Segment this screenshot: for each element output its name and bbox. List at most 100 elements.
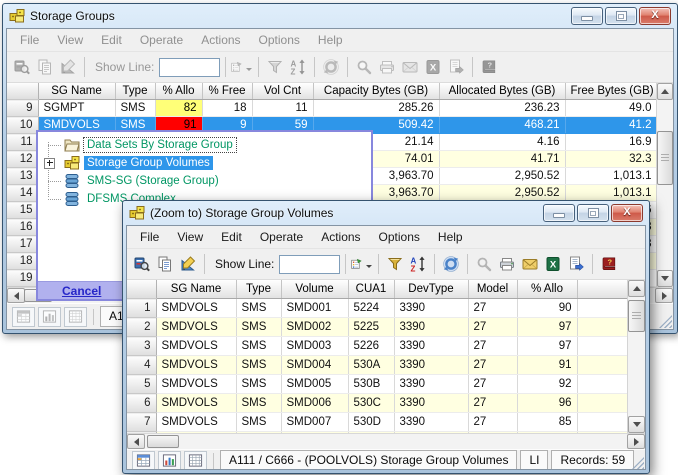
column-picker-icon[interactable] [351,253,373,275]
edit-icon[interactable] [177,253,199,275]
chart-view-icon[interactable] [38,307,61,327]
menu-operate[interactable]: Operate [251,230,312,244]
dropdown-caret-icon[interactable] [246,68,252,74]
row-number[interactable]: 19 [7,270,38,287]
row-number[interactable]: 13 [7,168,38,185]
zoom-icon[interactable] [473,253,495,275]
table-row[interactable]: 3SMDVOLSSMSSMD003522633902797 [127,337,628,356]
row-number[interactable]: 9 [7,100,38,117]
filter-icon[interactable] [384,253,406,275]
print-icon[interactable] [376,56,398,78]
excel-icon[interactable] [542,253,564,275]
expand-plus-icon[interactable] [44,158,55,169]
menu-actions[interactable]: Actions [312,230,369,244]
help-icon[interactable] [598,253,620,275]
horizontal-scrollbar[interactable] [127,433,645,449]
scroll-left-button[interactable] [7,288,25,303]
table-row[interactable]: 1SMDVOLSSMSSMD001522433902790 [127,299,628,318]
menu-edit[interactable]: Edit [212,230,251,244]
table-row[interactable]: 5SMDVOLSSMSSMD005530B33902792 [127,375,628,394]
menu-file[interactable]: File [11,33,48,47]
scroll-up-button[interactable] [657,83,673,100]
maximize-button[interactable] [577,204,609,222]
row-number[interactable]: 4 [127,356,156,375]
vertical-scrollbar[interactable] [627,280,645,433]
menu-file[interactable]: File [131,230,168,244]
column-header[interactable]: % Allo [155,83,202,100]
copy-icon[interactable] [154,253,176,275]
scroll-thumb[interactable] [628,300,645,332]
column-header[interactable]: CUA1 [348,280,394,299]
filter-icon[interactable] [264,56,286,78]
print-icon[interactable] [496,253,518,275]
column-header[interactable]: % Allo [517,280,577,299]
menu-edit[interactable]: Edit [92,33,131,47]
table-view-icon[interactable] [12,307,35,327]
cancel-link[interactable]: Cancel [62,284,101,298]
copy-icon[interactable] [34,56,56,78]
row-number[interactable]: 14 [7,185,38,202]
context-menu-item[interactable]: Data Sets By Storage Group [38,136,371,154]
table-row[interactable]: 7SMDVOLSSMSSMD007530D33902785 [127,413,628,432]
edit-icon[interactable] [57,56,79,78]
column-header[interactable]: % Free [202,83,252,100]
menu-operate[interactable]: Operate [131,33,192,47]
column-header[interactable]: Vol Cnt [252,83,313,100]
context-menu-item[interactable]: SMS-SG (Storage Group) [38,172,371,190]
menu-help[interactable]: Help [429,230,472,244]
column-header[interactable]: Model [468,280,517,299]
menu-options[interactable]: Options [250,33,309,47]
column-header[interactable]: Type [115,83,155,100]
maximize-button[interactable] [605,7,637,25]
column-header[interactable]: SG Name [38,83,115,100]
table-row[interactable]: 2SMDVOLSSMSSMD002522533902797 [127,318,628,337]
scroll-up-button[interactable] [628,280,645,297]
row-number[interactable]: 1 [127,299,156,318]
row-number[interactable]: 17 [7,236,38,253]
storage-groups-titlebar[interactable]: Storage Groups X [3,4,677,28]
excel-icon[interactable] [422,56,444,78]
refresh-icon[interactable] [320,56,342,78]
refresh-icon[interactable] [440,253,462,275]
row-number[interactable]: 6 [127,394,156,413]
menu-help[interactable]: Help [309,33,352,47]
table-row[interactable]: 6SMDVOLSSMSSMD006530C33902796 [127,394,628,413]
scroll-right-button[interactable] [655,288,673,303]
show-line-input[interactable] [279,255,340,274]
zoom-window-titlebar[interactable]: (Zoom to) Storage Group Volumes X [123,201,649,225]
column-header[interactable]: Type [236,280,281,299]
context-menu-item[interactable]: Storage Group Volumes [38,154,371,172]
find-icon[interactable] [131,253,153,275]
row-number[interactable]: 10 [7,117,38,134]
scroll-right-button[interactable] [627,434,645,449]
chart-view-icon[interactable] [158,451,181,471]
sort-az-icon[interactable] [287,56,309,78]
resize-grip[interactable] [659,315,672,328]
row-number[interactable]: 18 [7,253,38,270]
table-row[interactable]: 9SGMPTSMS821811285.26236.2349.0 [7,100,657,117]
row-number[interactable]: 3 [127,337,156,356]
row-number[interactable]: 7 [127,413,156,432]
column-picker-icon[interactable] [231,56,253,78]
mail-icon[interactable] [399,56,421,78]
minimize-button[interactable] [571,7,603,25]
export-icon[interactable] [445,56,467,78]
grid-view-icon[interactable] [64,307,87,327]
row-number[interactable]: 11 [7,134,38,151]
column-header[interactable]: Capacity Bytes (GB) [313,83,439,100]
help-icon[interactable] [478,56,500,78]
row-number[interactable]: 12 [7,151,38,168]
scroll-thumb[interactable] [657,131,673,185]
menu-view[interactable]: View [48,33,92,47]
zoom-icon[interactable] [353,56,375,78]
dropdown-caret-icon[interactable] [366,265,372,271]
row-number[interactable]: 16 [7,219,38,236]
column-header[interactable]: Free Bytes (GB) [565,83,657,100]
scroll-down-button[interactable] [628,416,645,433]
grid-view-icon[interactable] [184,451,207,471]
table-view-icon[interactable] [132,451,155,471]
show-line-input[interactable] [159,58,220,77]
menu-actions[interactable]: Actions [192,33,249,47]
scroll-down-button[interactable] [657,270,673,287]
mail-icon[interactable] [519,253,541,275]
